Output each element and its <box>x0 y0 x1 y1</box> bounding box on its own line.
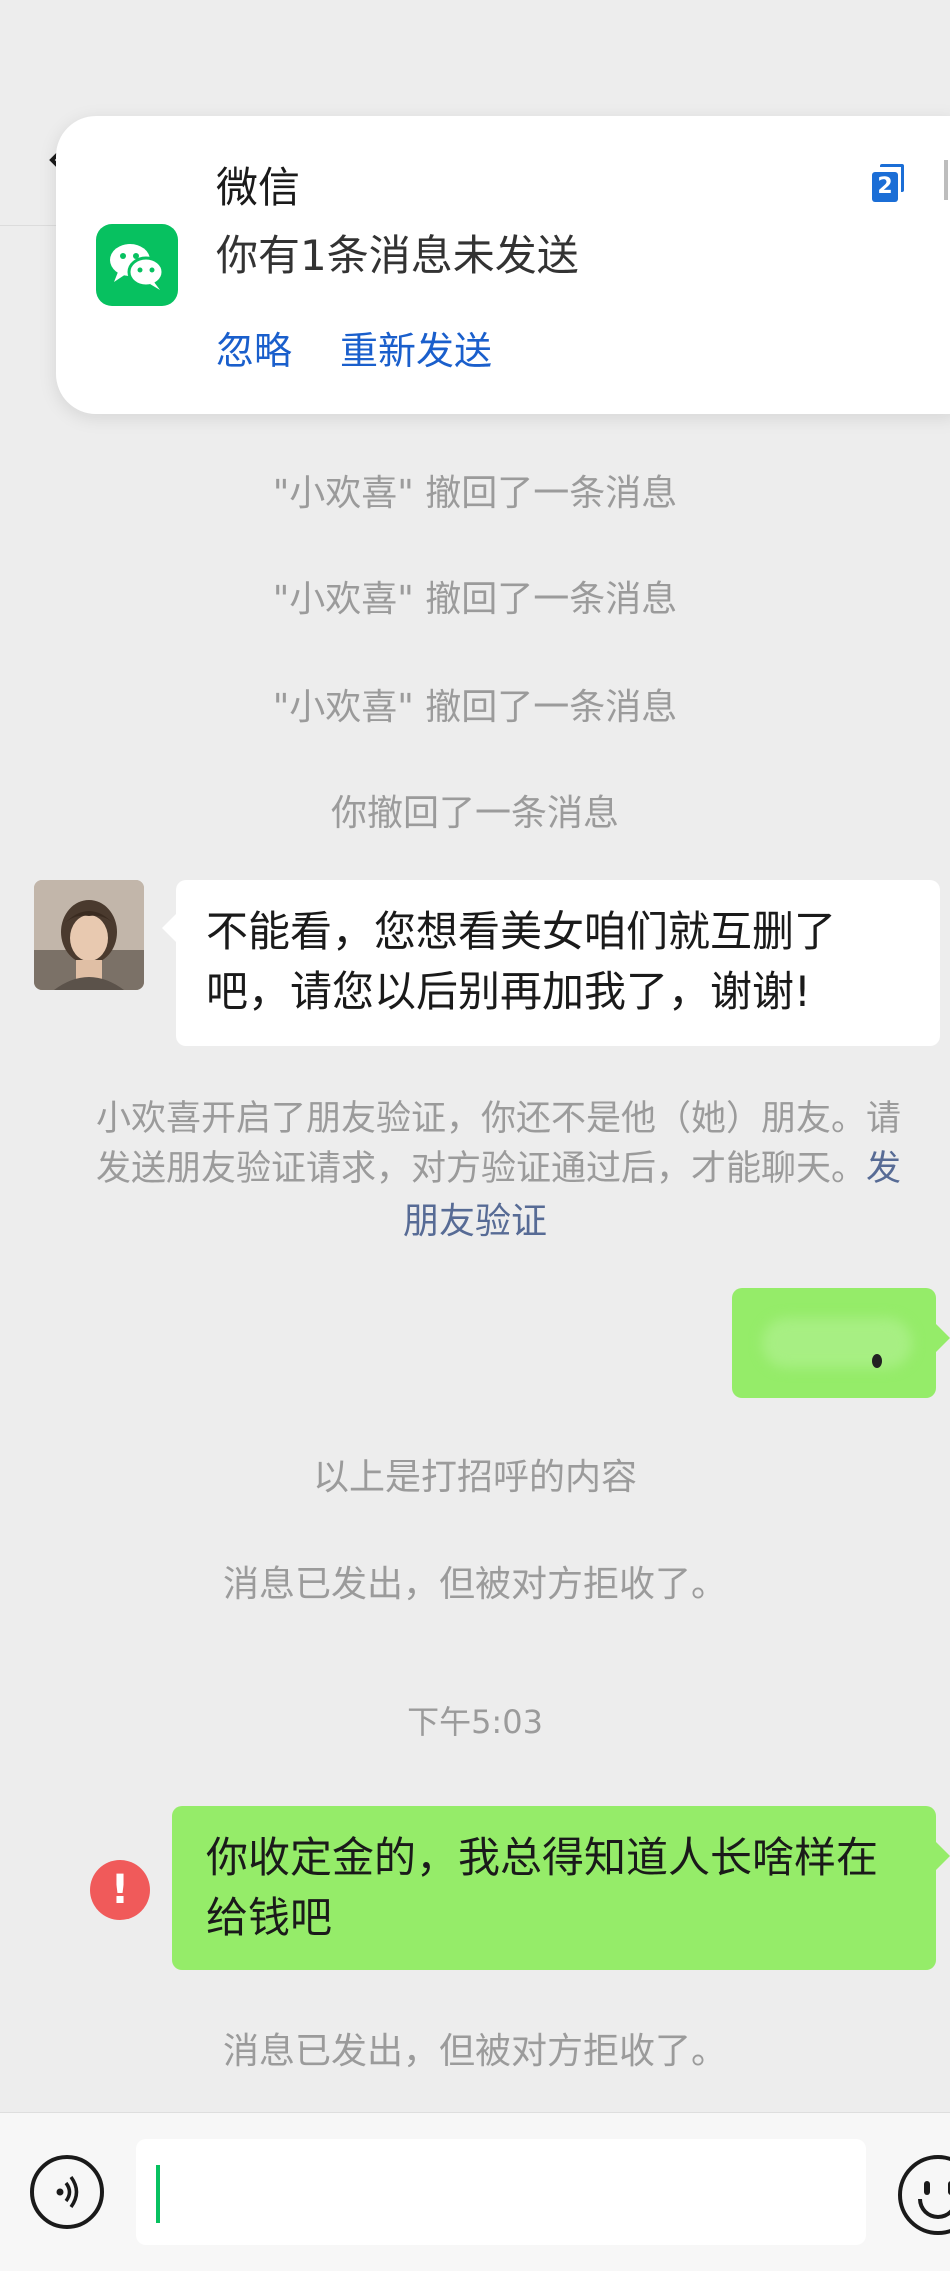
rejected-notice: 消息已发出，但被对方拒收了。 <box>222 1564 727 1605</box>
notification-banner[interactable]: 微信 你有1条消息未发送 忽略 重新发送 2 <box>56 116 950 414</box>
verification-line-2-text: 发送朋友验证请求，对方验证通过后，才能聊天。 <box>96 1149 867 1189</box>
notification-edge <box>944 160 948 200</box>
input-bar <box>0 2112 950 2271</box>
resend-button[interactable]: 重新发送 <box>340 320 492 375</box>
outgoing-greeting-bubble[interactable] <box>732 1288 950 1398</box>
multi-window-icon[interactable]: 2 <box>870 162 904 202</box>
emoji-icon[interactable] <box>898 2155 950 2235</box>
send-request-link[interactable]: 发 <box>866 1149 901 1189</box>
outgoing-message-bubble[interactable]: 你收定金的，我总得知道人长啥样在给钱吧 <box>172 1806 950 1970</box>
incoming-message-text: 不能看，您想看美女咱们就互删了吧，请您以后别再加我了，谢谢! <box>206 907 837 1016</box>
recall-notice: "小欢喜" 撤回了一条消息 <box>272 473 678 514</box>
wechat-logo-icon <box>96 224 178 306</box>
rejected-notice: 消息已发出，但被对方拒收了。 <box>222 2031 727 2072</box>
friend-verification-link-text[interactable]: 朋友验证 <box>403 1201 547 1242</box>
self-recall-notice: 你撤回了一条消息 <box>330 793 619 834</box>
notification-title: 微信 <box>216 163 301 212</box>
text-caret <box>156 2165 160 2223</box>
badge-number: 2 <box>872 172 898 202</box>
blurred-content <box>762 1318 912 1368</box>
emoji-eye-left <box>924 2181 930 2195</box>
incoming-message-bubble[interactable]: 不能看，您想看美女咱们就互删了吧，请您以后别再加我了，谢谢! <box>162 880 940 1046</box>
notification-message: 你有1条消息未发送 <box>216 231 579 280</box>
friend-verification-link[interactable]: 朋友验证 <box>0 1192 950 1244</box>
message-input[interactable] <box>136 2139 866 2245</box>
status-bar <box>0 0 950 100</box>
friend-verification-note: 小欢喜开启了朋友验证，你还不是他（她）朋友。请 发送朋友验证请求，对方验证通过后… <box>96 1094 950 1194</box>
verification-line-2: 发送朋友验证请求，对方验证通过后，才能聊天。发 <box>96 1144 950 1194</box>
outgoing-message-text: 你收定金的，我总得知道人长啥样在给钱吧 <box>206 1833 879 1942</box>
timestamp: 下午5:03 <box>407 1703 543 1741</box>
voice-icon[interactable] <box>30 2155 104 2229</box>
verification-line-1: 小欢喜开启了朋友验证，你还不是他（她）朋友。请 <box>96 1099 902 1139</box>
recall-notice: "小欢喜" 撤回了一条消息 <box>272 687 678 728</box>
contact-avatar[interactable] <box>34 880 144 990</box>
emoji-mouth <box>918 2199 950 2219</box>
notification-actions: 忽略 重新发送 <box>216 320 492 375</box>
recall-notice: "小欢喜" 撤回了一条消息 <box>272 579 678 620</box>
send-failed-icon[interactable]: ! <box>90 1860 150 1920</box>
greeting-note: 以上是打招呼的内容 <box>312 1457 637 1498</box>
blurred-mark <box>872 1354 882 1368</box>
ignore-button[interactable]: 忽略 <box>216 320 292 375</box>
